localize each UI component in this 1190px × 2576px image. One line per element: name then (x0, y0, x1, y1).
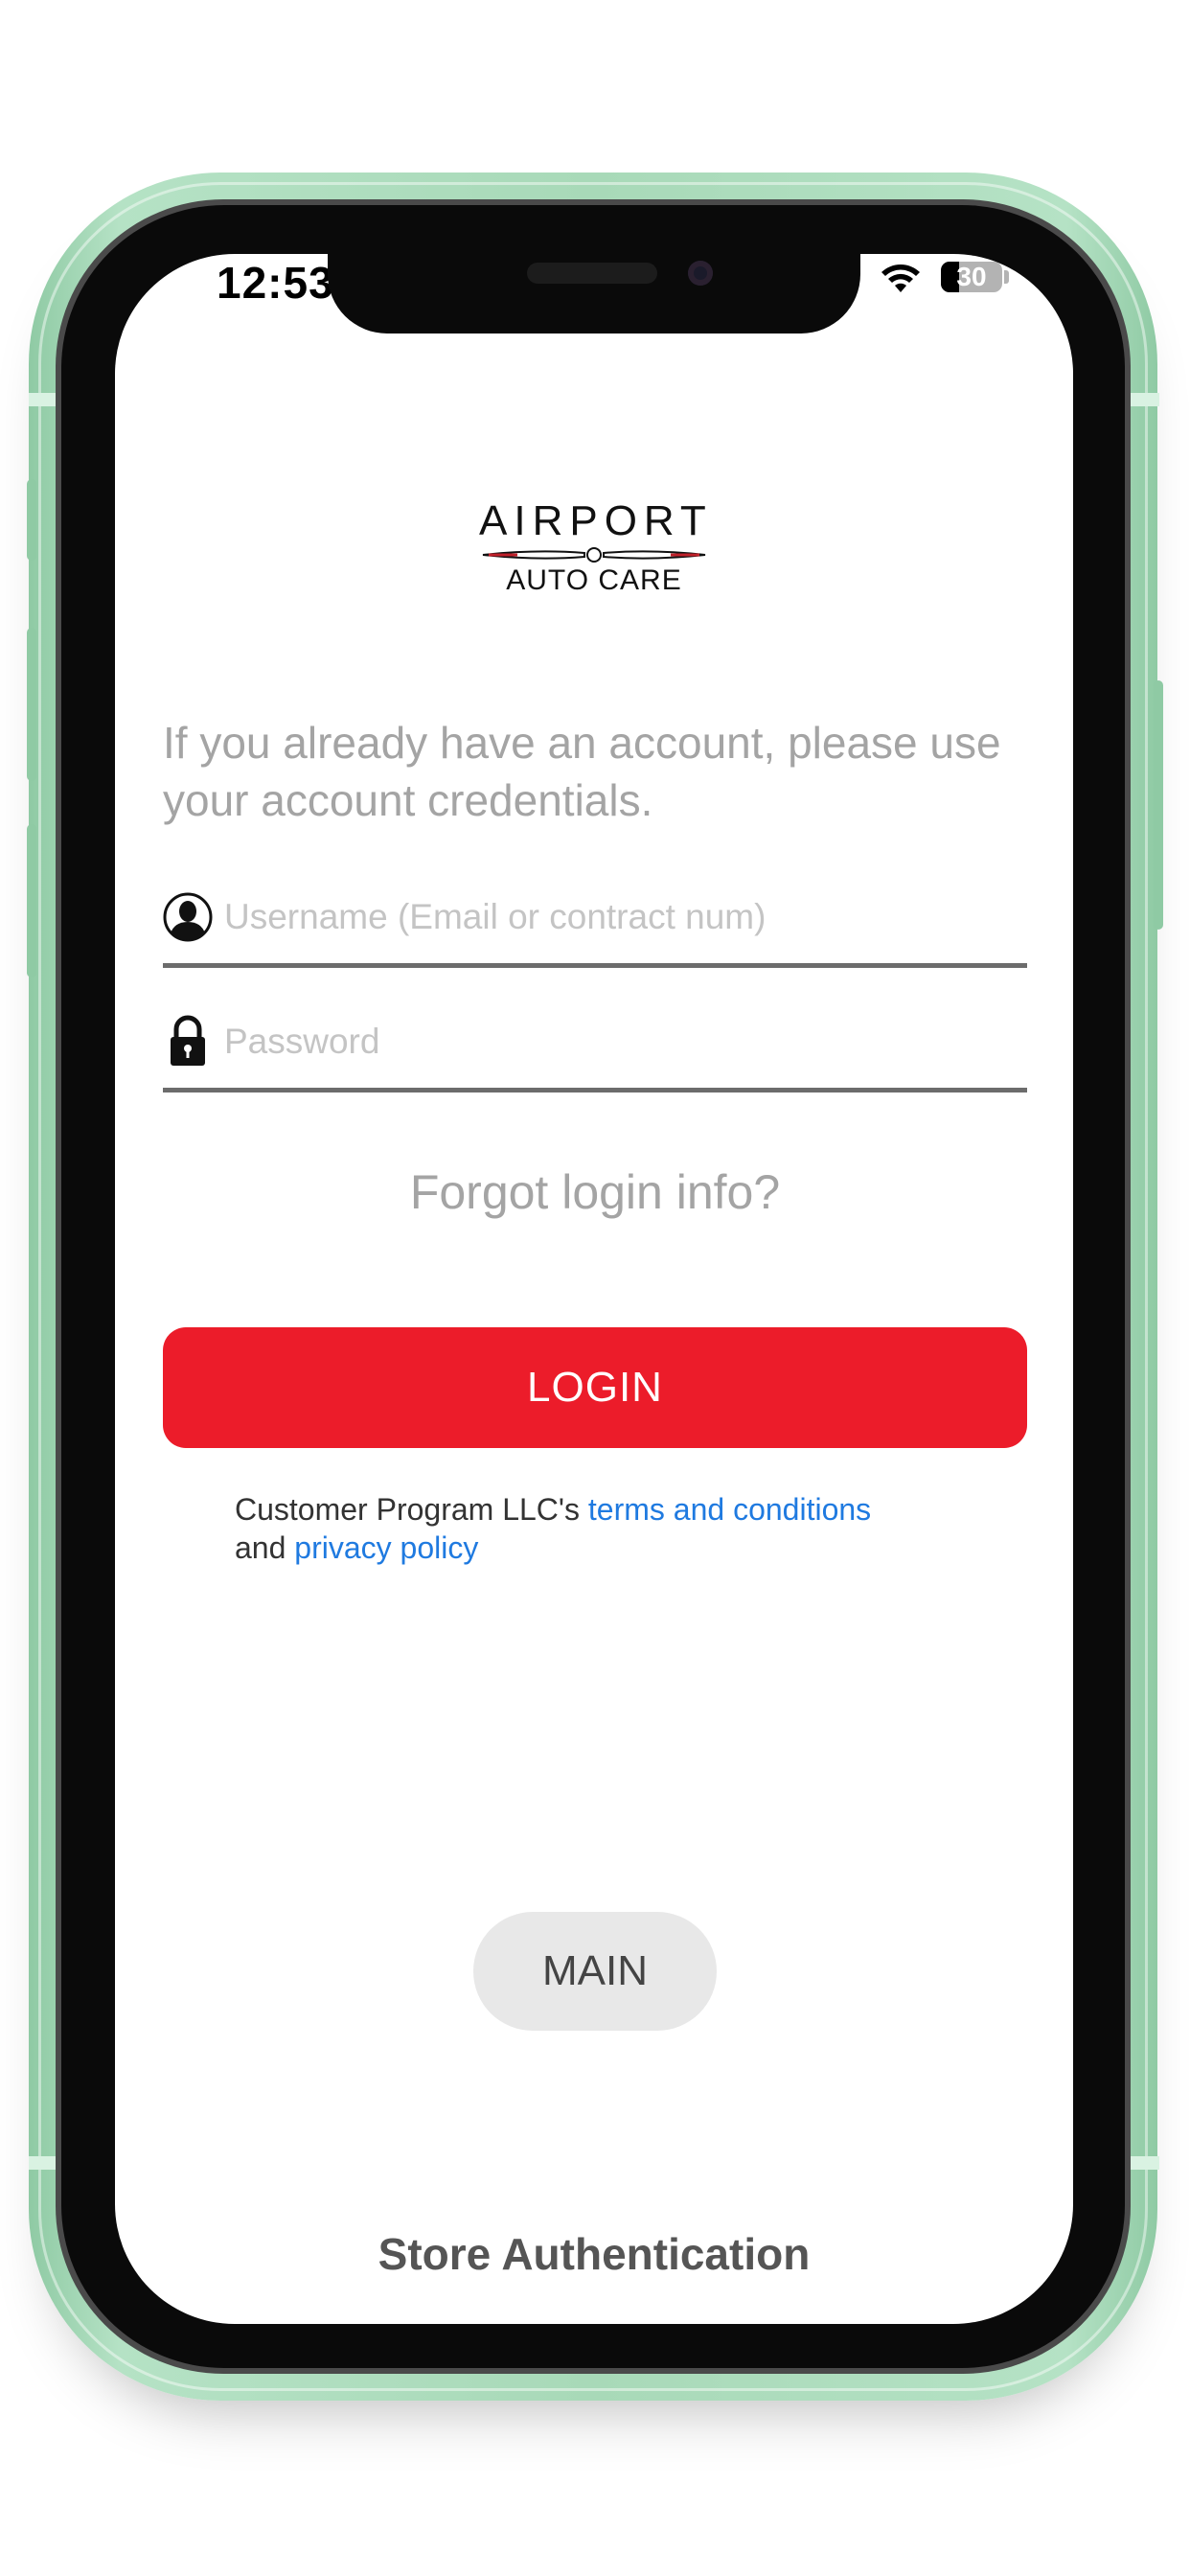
battery-indicator: 30 (941, 262, 1002, 292)
mute-switch (27, 479, 36, 561)
logo-line1: AIRPORT (479, 497, 713, 544)
legal-prefix: Customer Program LLC's (235, 1492, 588, 1527)
legal-connector: and (235, 1530, 295, 1565)
logo-line2: AUTO CARE (506, 564, 682, 596)
frame-antenna-band (29, 2156, 57, 2170)
legal-notice: Customer Program LLC's terms and conditi… (235, 1490, 963, 1567)
battery-tip (1004, 270, 1009, 284)
lock-icon (171, 1015, 205, 1066)
front-camera (688, 261, 713, 286)
intro-text: If you already have an account, please u… (163, 718, 1001, 825)
screen: 12:53 30 AIRPORT AUTO CARE If you alread… (115, 254, 1073, 2324)
username-field (163, 877, 1027, 968)
wifi-icon (881, 264, 920, 292)
volume-down-button (27, 824, 36, 978)
power-button (1154, 680, 1163, 930)
password-field (163, 1001, 1027, 1092)
frame-antenna-band (1131, 2156, 1159, 2170)
forgot-login-link[interactable]: Forgot login info? (163, 1164, 1027, 1220)
propeller-mark (479, 546, 709, 564)
terms-link[interactable]: terms and conditions (588, 1492, 871, 1527)
user-silhouette-icon (163, 892, 213, 942)
battery-level: 30 (956, 262, 987, 291)
footer-title: Store Authentication (378, 2229, 811, 2279)
main-button[interactable]: MAIN (473, 1912, 717, 2031)
username-input[interactable] (222, 892, 1021, 942)
status-time: 12:53 (217, 258, 334, 308)
frame-antenna-band (1131, 393, 1159, 406)
airport-auto-care-logo: AIRPORT AUTO CARE (479, 498, 709, 599)
frame-antenna-band (29, 393, 57, 406)
password-input[interactable] (222, 1017, 1021, 1067)
volume-up-button (27, 628, 36, 781)
earpiece-speaker (527, 263, 657, 284)
privacy-link[interactable]: privacy policy (294, 1530, 478, 1565)
login-button[interactable]: LOGIN (163, 1327, 1027, 1448)
